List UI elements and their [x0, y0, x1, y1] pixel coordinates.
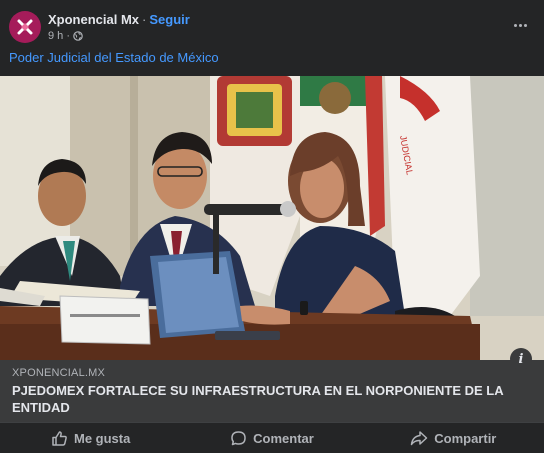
- info-icon[interactable]: i: [510, 348, 532, 370]
- like-label: Me gusta: [73, 430, 131, 446]
- follow-button[interactable]: Seguir: [149, 12, 189, 27]
- photo-illustration: JUDICIAL: [0, 76, 544, 360]
- more-dot: [523, 23, 527, 27]
- thumbs-up-icon: [52, 430, 67, 446]
- avatar[interactable]: [9, 11, 41, 43]
- globe-icon: [73, 31, 83, 41]
- xponencial-logo-icon: [17, 19, 33, 35]
- action-bar: Me gusta Comentar Compartir: [0, 422, 544, 453]
- more-options-button[interactable]: [512, 17, 528, 33]
- link-headline[interactable]: PJEDOMEX FORTALECE SU INFRAESTRUCTURA EN…: [12, 382, 527, 416]
- share-label: Compartir: [434, 430, 497, 446]
- separator: ·: [142, 12, 147, 27]
- link-preview[interactable]: XPONENCIAL.MX PJEDOMEX FORTALECE SU INFR…: [0, 360, 544, 422]
- more-dot: [518, 23, 522, 27]
- post-time[interactable]: 9 h ·: [48, 30, 70, 42]
- more-horizontal-icon: [513, 23, 517, 27]
- post-text[interactable]: Poder Judicial del Estado de México: [9, 50, 219, 65]
- comment-icon: [231, 430, 246, 445]
- share-icon: [411, 430, 428, 445]
- author-line: Xponencial Mx · Seguir: [48, 12, 190, 27]
- author-name[interactable]: Xponencial Mx: [48, 12, 139, 27]
- comment-button[interactable]: Comentar: [181, 423, 362, 453]
- post-photo[interactable]: JUDICIAL: [0, 76, 544, 360]
- like-button[interactable]: Me gusta: [0, 423, 181, 453]
- facebook-post: Xponencial Mx · Seguir 9 h · Poder Judicia…: [0, 0, 544, 453]
- post-meta: 9 h ·: [48, 30, 83, 42]
- post-header: Xponencial Mx · Seguir 9 h ·: [0, 0, 544, 46]
- comment-label: Comentar: [253, 430, 314, 446]
- share-button[interactable]: Compartir: [363, 423, 544, 453]
- link-domain: XPONENCIAL.MX: [12, 367, 106, 379]
